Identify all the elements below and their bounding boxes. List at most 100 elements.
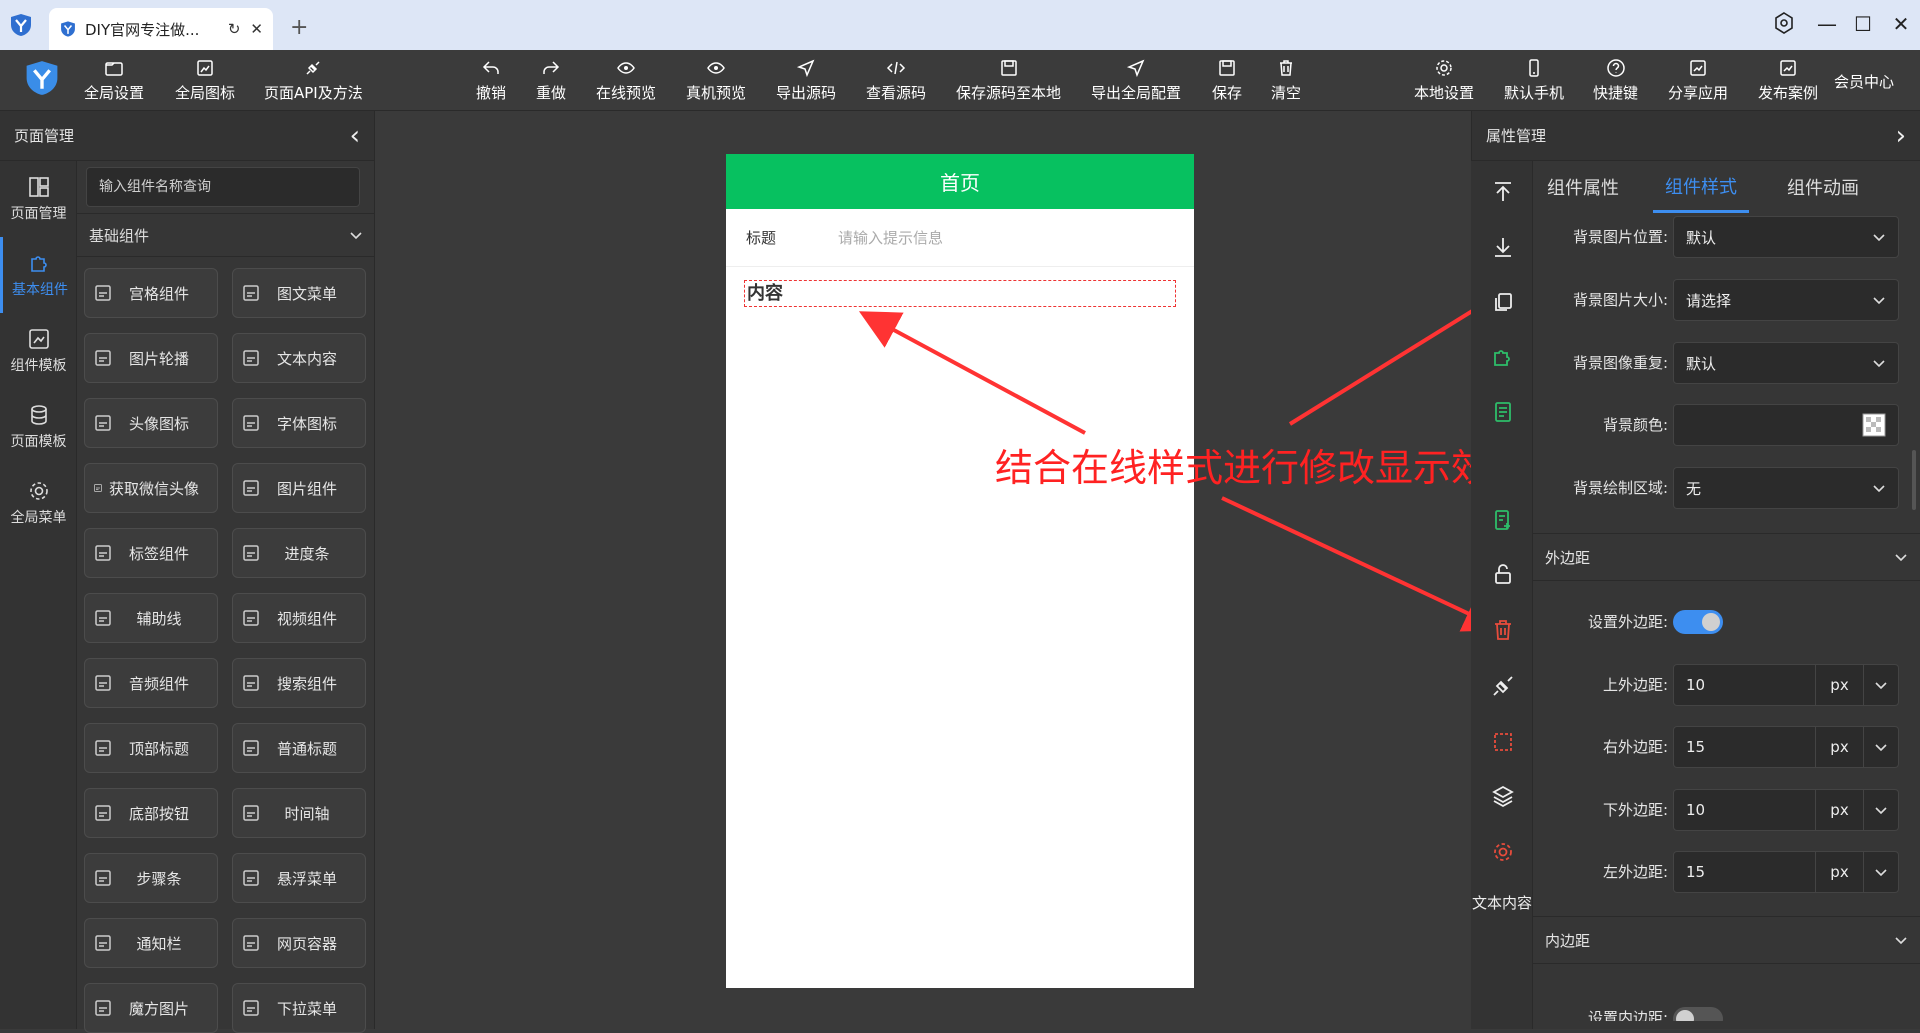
- trash-icon: [1280, 60, 1292, 76]
- shortcuts-button[interactable]: 快捷键: [1593, 58, 1638, 103]
- bg-repeat-select[interactable]: 默认: [1673, 342, 1899, 384]
- padding-section-header[interactable]: 内边距: [1533, 916, 1920, 964]
- unit-dropdown[interactable]: [1864, 664, 1899, 706]
- close-window-button[interactable]: ✕: [1886, 12, 1916, 36]
- save-source-local-button[interactable]: 保存源码至本地: [956, 58, 1061, 103]
- content-text-component[interactable]: 内容: [744, 280, 1176, 307]
- unit-dropdown[interactable]: [1864, 726, 1899, 768]
- component-item[interactable]: 通知栏: [84, 918, 218, 968]
- nav-page-manage[interactable]: 页面管理: [0, 161, 77, 237]
- move-to-bottom-icon[interactable]: [1491, 235, 1515, 259]
- nav-global-menu[interactable]: 全局菜单: [0, 465, 77, 541]
- global-icons-button[interactable]: 全局图标: [175, 58, 235, 103]
- undo-button[interactable]: 撤销: [476, 58, 506, 103]
- default-phone-button[interactable]: 默认手机: [1504, 58, 1564, 103]
- component-item[interactable]: 图文菜单: [232, 268, 366, 318]
- component-item[interactable]: 标签组件: [84, 528, 218, 578]
- component-item[interactable]: 魔方图片: [84, 983, 218, 1033]
- component-item[interactable]: 时间轴: [232, 788, 366, 838]
- nav-page-templates[interactable]: 页面模板: [0, 389, 77, 465]
- tab-close-icon[interactable]: ✕: [250, 20, 263, 38]
- title-field-input[interactable]: [836, 227, 1136, 248]
- component-item[interactable]: 图片组件: [232, 463, 366, 513]
- component-icon: [243, 610, 259, 626]
- add-document-icon[interactable]: [1491, 508, 1515, 532]
- component-item[interactable]: 下拉菜单: [232, 983, 366, 1033]
- component-item[interactable]: 进度条: [232, 528, 366, 578]
- unit-label: px: [1816, 789, 1864, 831]
- tab-component-style[interactable]: 组件样式: [1653, 161, 1749, 213]
- gear-icon: [1436, 60, 1452, 76]
- move-to-top-icon[interactable]: [1491, 180, 1515, 204]
- plug-icon[interactable]: [1491, 674, 1515, 698]
- publish-case-button[interactable]: 发布案例: [1758, 58, 1818, 103]
- online-preview-button[interactable]: 在线预览: [596, 58, 656, 103]
- margin-left-input[interactable]: [1673, 851, 1816, 893]
- component-item[interactable]: 底部按钮: [84, 788, 218, 838]
- component-item[interactable]: 宫格组件: [84, 268, 218, 318]
- tab-component-animation[interactable]: 组件动画: [1772, 161, 1874, 213]
- component-item[interactable]: 搜索组件: [232, 658, 366, 708]
- margin-top-input[interactable]: [1673, 664, 1816, 706]
- component-item[interactable]: 头像图标: [84, 398, 218, 448]
- unit-dropdown[interactable]: [1864, 851, 1899, 893]
- component-item[interactable]: 获取微信头像: [84, 463, 218, 513]
- layers-icon[interactable]: [1491, 784, 1515, 808]
- browser-tab[interactable]: DIY官网专注做... ↻ ✕: [49, 8, 273, 50]
- component-item[interactable]: 视频组件: [232, 593, 366, 643]
- share-app-button[interactable]: 分享应用: [1668, 58, 1728, 103]
- component-item[interactable]: 网页容器: [232, 918, 366, 968]
- nav-basic-components[interactable]: 基本组件: [0, 237, 77, 313]
- document-icon[interactable]: [1491, 400, 1515, 424]
- component-item[interactable]: 音频组件: [84, 658, 218, 708]
- unit-dropdown[interactable]: [1864, 789, 1899, 831]
- collapse-left-icon[interactable]: ‹: [350, 121, 360, 151]
- view-source-button[interactable]: 查看源码: [866, 58, 926, 103]
- minimize-button[interactable]: —: [1812, 12, 1842, 36]
- component-item[interactable]: 悬浮菜单: [232, 853, 366, 903]
- reload-icon[interactable]: ↻: [228, 20, 241, 38]
- component-search-input[interactable]: [86, 167, 360, 207]
- save-button[interactable]: 保存: [1212, 58, 1242, 103]
- component-item[interactable]: 文本内容: [232, 333, 366, 383]
- new-tab-button[interactable]: +: [290, 15, 308, 40]
- member-center-link[interactable]: 会员中心: [1834, 71, 1894, 92]
- delete-icon[interactable]: [1491, 618, 1515, 642]
- local-settings-button[interactable]: 本地设置: [1414, 58, 1474, 103]
- component-label: 宫格组件: [128, 284, 189, 303]
- category-header[interactable]: 基础组件: [77, 213, 375, 257]
- page-api-button[interactable]: 页面API及方法: [264, 58, 363, 103]
- component-item[interactable]: 图片轮播: [84, 333, 218, 383]
- global-settings-button[interactable]: 全局设置: [84, 58, 144, 103]
- device-preview-button[interactable]: 真机预览: [686, 58, 746, 103]
- component-item[interactable]: 普通标题: [232, 723, 366, 773]
- bg-color-picker[interactable]: [1673, 404, 1899, 446]
- tab-component-props[interactable]: 组件属性: [1533, 161, 1633, 213]
- nav-component-templates[interactable]: 组件模板: [0, 313, 77, 389]
- puzzle-icon[interactable]: [1491, 345, 1515, 369]
- padding-toggle[interactable]: [1673, 1007, 1723, 1021]
- export-source-button[interactable]: 导出源码: [776, 58, 836, 103]
- copy-icon[interactable]: [1491, 290, 1515, 314]
- margin-bottom-input[interactable]: [1673, 789, 1816, 831]
- properties-scrollbar[interactable]: [1912, 450, 1916, 510]
- bg-clip-select[interactable]: 无: [1673, 467, 1899, 509]
- settings-gear-icon[interactable]: [1491, 840, 1515, 864]
- component-item[interactable]: 辅助线: [84, 593, 218, 643]
- bg-size-select[interactable]: 请选择: [1673, 279, 1899, 321]
- margin-right-input[interactable]: [1673, 726, 1816, 768]
- margin-section-header[interactable]: 外边距: [1533, 533, 1920, 581]
- unlock-icon[interactable]: [1491, 562, 1515, 586]
- bg-position-select[interactable]: 默认: [1673, 216, 1899, 258]
- margin-toggle[interactable]: [1673, 610, 1723, 634]
- redo-button[interactable]: 重做: [536, 58, 566, 103]
- maximize-button[interactable]: ☐: [1848, 12, 1878, 36]
- settings-hex-icon[interactable]: [1774, 12, 1804, 34]
- clear-button[interactable]: 清空: [1271, 58, 1301, 103]
- collapse-right-icon[interactable]: ›: [1896, 121, 1906, 151]
- component-item[interactable]: 字体图标: [232, 398, 366, 448]
- selection-icon[interactable]: [1491, 730, 1515, 754]
- export-global-config-button[interactable]: 导出全局配置: [1091, 58, 1181, 103]
- component-item[interactable]: 顶部标题: [84, 723, 218, 773]
- component-item[interactable]: 步骤条: [84, 853, 218, 903]
